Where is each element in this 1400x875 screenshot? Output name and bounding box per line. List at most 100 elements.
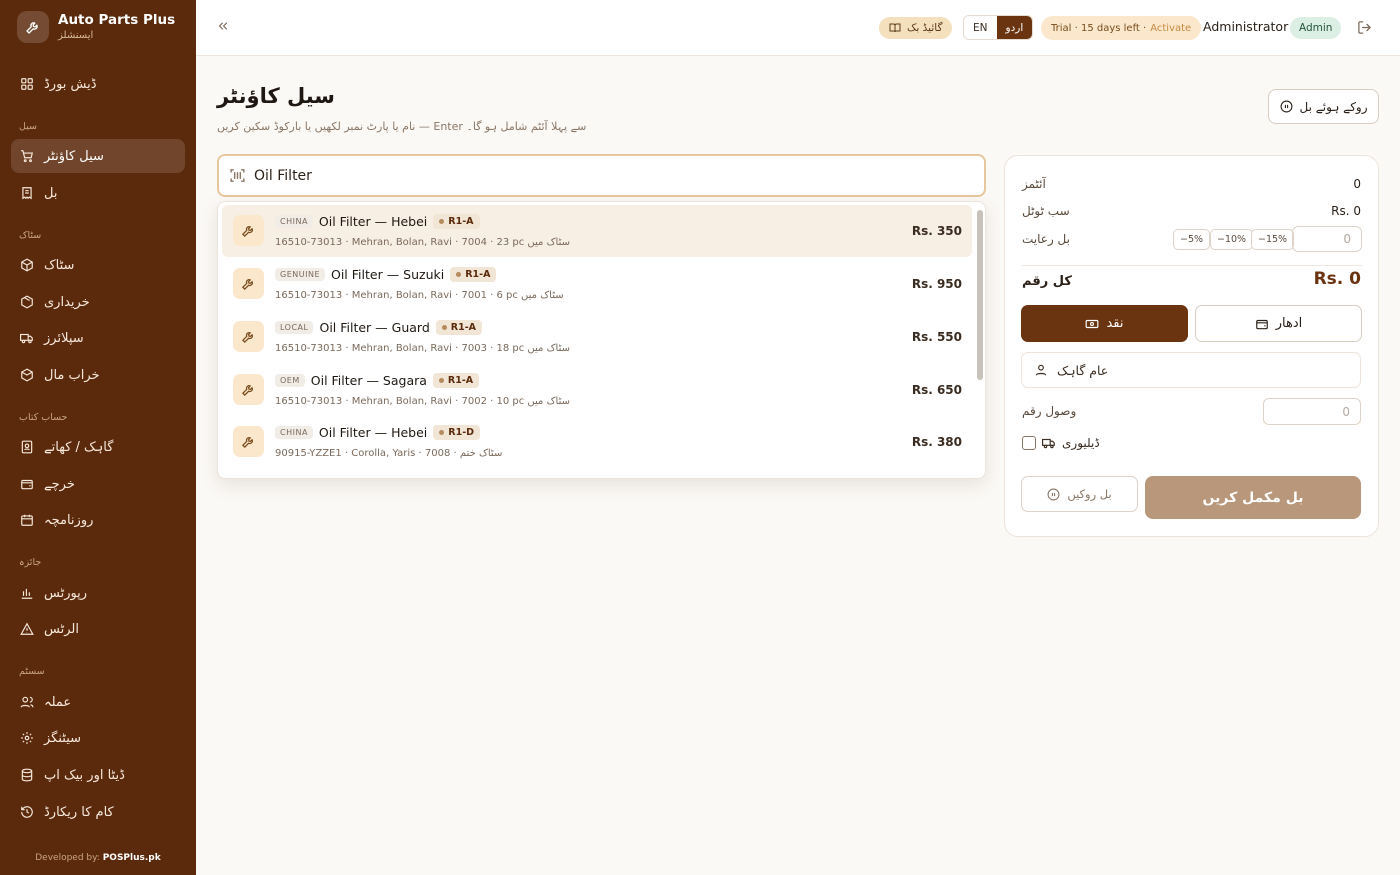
sidebar-item-dashboard[interactable]: ڈیش بورڈ <box>11 67 185 101</box>
product-name: Oil Filter — Hebei <box>318 425 428 440</box>
brand-tag: OEM <box>275 374 305 387</box>
logout-icon[interactable] <box>1357 20 1372 35</box>
sidebar-item-activity[interactable]: کام کا ریکارڈ <box>11 795 185 829</box>
subtotal-label: سب ٹوٹل <box>1022 204 1070 218</box>
sidebar-item-label: خریداری <box>44 294 90 310</box>
product-search[interactable] <box>217 154 986 197</box>
credit-payment-button[interactable]: ادھار <box>1195 305 1362 342</box>
truck-icon <box>20 331 34 345</box>
rack-badge: R1-D <box>433 425 481 440</box>
cash-label: نقد <box>1106 316 1124 331</box>
product-details: 16510-73013 · Mehran, Bolan, Ravi · 7002… <box>275 396 570 407</box>
location-pin-icon <box>441 325 447 330</box>
discount-input[interactable]: 0 <box>1292 226 1362 252</box>
subtotal-value: Rs. 0 <box>1331 204 1361 218</box>
cash-payment-button[interactable]: نقد <box>1021 305 1188 342</box>
result-item[interactable]: GENUINE Oil Filter — Suzuki R1-A 16510-7… <box>222 258 972 310</box>
wrench-icon <box>233 374 264 405</box>
search-input[interactable] <box>254 167 854 184</box>
wrench-icon <box>233 426 264 457</box>
wrench-icon <box>233 268 264 299</box>
bar-chart-icon <box>20 586 34 600</box>
sidebar-item-purchase[interactable]: خریداری <box>11 285 185 319</box>
location-pin-icon <box>439 430 445 435</box>
rack-label: R1-D <box>448 427 475 438</box>
rack-label: R1-A <box>447 375 474 386</box>
sidebar-item-damaged[interactable]: خراب مال <box>11 358 185 392</box>
collapse-sidebar-icon[interactable] <box>216 19 234 37</box>
sidebar-item-label: سیل کاؤنٹر <box>44 148 104 164</box>
sidebar-item-label: کام کا ریکارڈ <box>44 804 114 820</box>
held-bills-button[interactable]: روکے ہوئے بل <box>1268 89 1379 124</box>
complete-bill-button[interactable]: بل مکمل کریں <box>1145 476 1361 519</box>
sidebar-item-label: بل <box>44 185 58 201</box>
box-icon <box>20 258 34 272</box>
lang-ur-button[interactable]: اردو <box>996 16 1033 39</box>
history-icon <box>20 805 34 819</box>
discount-5-button[interactable]: −5% <box>1173 229 1211 250</box>
search-results-dropdown: CHINA Oil Filter — Hebei R1-A 16510-7301… <box>217 201 986 479</box>
product-details: 16510-73013 · Mehran, Bolan, Ravi · 7003… <box>275 343 570 354</box>
discount-15-button[interactable]: −15% <box>1251 229 1295 250</box>
sidebar-item-bill[interactable]: بل <box>11 176 185 210</box>
sidebar-item-backup[interactable]: ڈیٹا اور بیک اپ <box>11 758 185 792</box>
bill-summary-panel: آئٹمز 0 سب ٹوٹل Rs. 0 بل رعایت −5% −10% … <box>1004 155 1379 537</box>
sidebar-item-stock[interactable]: سٹاک <box>11 248 185 282</box>
delivery-option[interactable]: ڈیلیوری <box>1022 436 1100 450</box>
hold-bill-button[interactable]: بل روکیں <box>1021 476 1138 512</box>
product-name: Oil Filter — Guard <box>319 320 430 335</box>
sidebar-item-suppliers[interactable]: سپلائرز <box>11 321 185 355</box>
rack-badge: R1-A <box>432 373 480 388</box>
activate-link[interactable]: Activate <box>1150 23 1191 34</box>
sidebar-item-alerts[interactable]: الرٹس <box>11 612 185 646</box>
delivery-checkbox[interactable] <box>1022 436 1036 450</box>
topbar: گائیڈ بک EN اردو Trial · 15 days left · … <box>196 0 1400 56</box>
grid-icon <box>20 77 34 91</box>
wrench-icon <box>233 321 264 352</box>
dropdown-scrollbar[interactable] <box>977 210 983 380</box>
customer-selector[interactable]: عام گاہک <box>1021 352 1361 388</box>
credit-label: ادھار <box>1275 316 1303 331</box>
sidebar-section-sale: سیل <box>19 121 38 132</box>
sidebar-item-customers[interactable]: گاہک / کھاتے <box>11 430 185 464</box>
footer-brand[interactable]: POSPlus.pk <box>103 853 161 863</box>
result-item[interactable]: OEM Oil Filter — Sagara R1-A 16510-73013… <box>222 364 972 416</box>
rack-label: R1-A <box>465 269 491 280</box>
total-value: Rs. 0 <box>1313 269 1361 289</box>
sidebar-section-review: جائزہ <box>19 557 42 568</box>
trial-text: Trial · 15 days left · <box>1051 22 1147 34</box>
sidebar-section-stock: سٹاک <box>19 230 42 241</box>
sidebar-item-sale-counter[interactable]: سیل کاؤنٹر <box>11 139 185 173</box>
sidebar-section-accounts: حساب کتاب <box>19 412 68 423</box>
barcode-scan-icon[interactable] <box>229 167 246 184</box>
sidebar-item-label: ڈیش بورڈ <box>44 76 97 92</box>
result-item[interactable]: CHINA Oil Filter — Hebei R1-A 16510-7301… <box>222 205 972 257</box>
pause-icon <box>1047 488 1060 500</box>
result-item[interactable]: CHINA Oil Filter — Hebei R1-D 90915-YZZE… <box>222 416 972 468</box>
wrench-icon <box>17 11 49 43</box>
pause-icon <box>1280 100 1292 113</box>
user-icon <box>1035 364 1047 376</box>
sidebar-item-staff[interactable]: عملہ <box>11 685 185 719</box>
discount-10-button[interactable]: −10% <box>1210 229 1254 250</box>
gear-icon <box>20 731 34 745</box>
brand: Auto Parts Plus ایسنشلز <box>17 11 175 43</box>
language-switch: EN اردو <box>963 15 1034 40</box>
sidebar-item-settings[interactable]: سیٹنگز <box>11 721 185 755</box>
wallet-icon <box>1255 319 1268 329</box>
sidebar-item-label: خرچے <box>44 476 75 492</box>
sidebar-item-expenses[interactable]: خرچے <box>11 467 185 501</box>
location-pin-icon <box>438 378 444 383</box>
brand-tag: GENUINE <box>275 268 325 281</box>
sidebar-item-daybook[interactable]: روزنامچہ <box>11 503 185 537</box>
result-item[interactable]: LOCAL Oil Filter — Guard R1-A 16510-7301… <box>222 311 972 363</box>
lang-en-button[interactable]: EN <box>964 16 997 39</box>
product-name: Oil Filter — Sagara <box>310 373 427 388</box>
sidebar: Auto Parts Plus ایسنشلز ڈیش بورڈ سیل سیل… <box>0 0 196 875</box>
guidebook-button[interactable]: گائیڈ بک <box>879 17 953 39</box>
sidebar-item-reports[interactable]: رپورٹس <box>11 576 185 610</box>
sidebar-item-label: سٹاک <box>44 257 75 273</box>
database-icon <box>20 768 34 782</box>
received-amount-input[interactable]: 0 <box>1263 398 1361 425</box>
trial-badge[interactable]: Trial · 15 days left · Activate <box>1041 16 1202 40</box>
